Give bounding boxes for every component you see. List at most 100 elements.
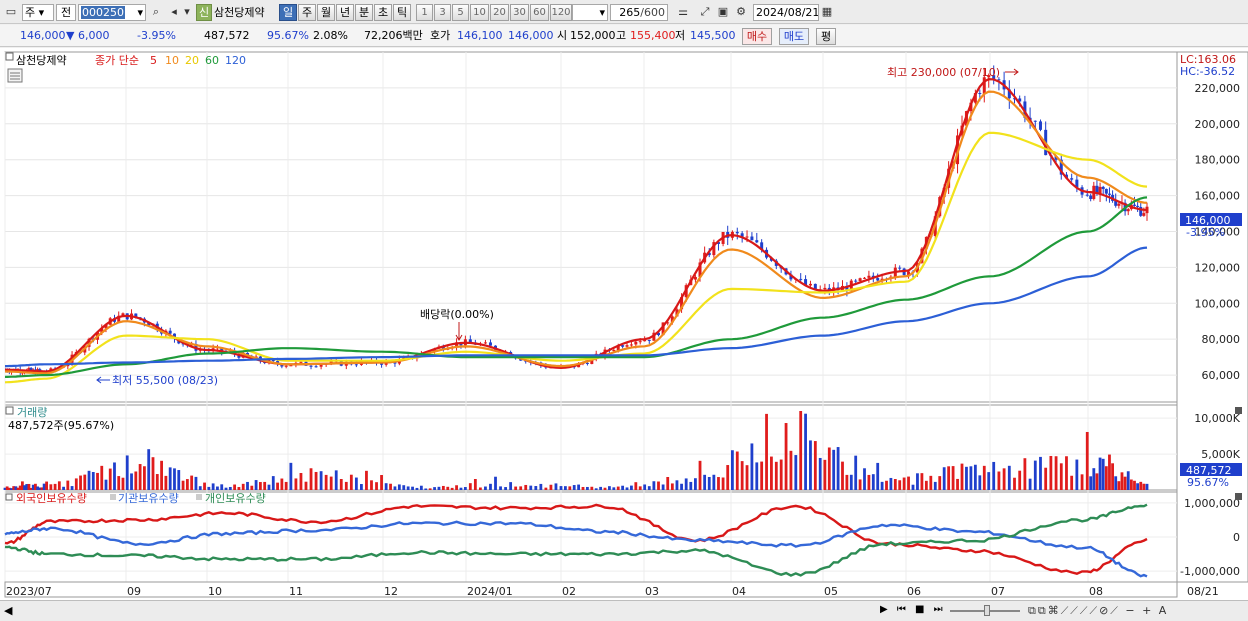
period-button-3[interactable]: 년 bbox=[336, 4, 354, 21]
volume-bar bbox=[360, 484, 363, 490]
panel-close-icon[interactable] bbox=[1235, 493, 1242, 500]
volume-bar bbox=[698, 460, 702, 490]
period-button-6[interactable]: 틱 bbox=[393, 4, 411, 21]
legend-stock-name: 삼천당제약 bbox=[16, 53, 67, 67]
chart-tools-icons[interactable]: ⧉⧉⌘⟋⟋⟋⟋⊘⟋ − + A bbox=[1028, 604, 1168, 618]
multiplier-button-3[interactable]: 3 bbox=[434, 4, 451, 21]
volume-bar bbox=[1075, 459, 1079, 490]
volume-bar bbox=[779, 459, 783, 490]
panel-close-icon[interactable] bbox=[1235, 407, 1242, 414]
volume-bar bbox=[1028, 478, 1032, 490]
volume-bar bbox=[568, 486, 572, 490]
candle-body bbox=[1085, 194, 1089, 196]
volume-bar bbox=[982, 465, 986, 490]
volume-bar bbox=[745, 465, 749, 490]
volume-bar bbox=[911, 484, 915, 490]
volume-bar bbox=[612, 487, 616, 490]
open-price: 152,000 bbox=[570, 29, 616, 42]
period-button-4[interactable]: 분 bbox=[355, 4, 373, 21]
legend-ma120: 120 bbox=[225, 54, 246, 67]
volume-bar bbox=[314, 471, 318, 490]
period-button-0[interactable]: 일 bbox=[279, 4, 297, 21]
volume-bar bbox=[375, 482, 378, 490]
multiplier-button-10[interactable]: 10 bbox=[470, 4, 489, 21]
candle-type-icon[interactable]: ⚌ bbox=[675, 4, 691, 21]
prefix-button[interactable]: 전 bbox=[56, 4, 76, 21]
volume-bar bbox=[168, 467, 172, 490]
current-pct-label: -3.95% bbox=[1186, 226, 1225, 239]
candle-body bbox=[854, 280, 858, 282]
stock-code-input[interactable]: 000250 ▾ bbox=[78, 4, 146, 21]
avg-button[interactable]: 평 bbox=[816, 28, 836, 45]
playback-controls[interactable]: ▶ ⏮ ■ ⏭ bbox=[880, 604, 946, 615]
multiplier-button-30[interactable]: 30 bbox=[510, 4, 529, 21]
period-button-1[interactable]: 주 bbox=[298, 4, 316, 21]
volume-bar bbox=[393, 486, 397, 490]
volume-bar bbox=[889, 477, 893, 490]
multiplier-button-1[interactable]: 1 bbox=[416, 4, 433, 21]
candle-body bbox=[634, 341, 638, 345]
volume-bar bbox=[1136, 483, 1140, 490]
volume-bar bbox=[1059, 463, 1063, 490]
high-price: 155,400 bbox=[630, 29, 676, 42]
period-button-2[interactable]: 월 bbox=[317, 4, 335, 21]
sell-button[interactable]: 매도 bbox=[779, 28, 809, 45]
multiplier-button-5[interactable]: 5 bbox=[452, 4, 469, 21]
multiplier-button-20[interactable]: 20 bbox=[490, 4, 509, 21]
scroll-left-icon[interactable]: ◀ bbox=[4, 604, 12, 617]
x-axis: 2023/07 09 10 11 12 2024/01 02 03 04 05 06 07 08 08/2… bbox=[4, 581, 1219, 598]
save-icon[interactable]: ▣ bbox=[715, 4, 731, 21]
volume-bar bbox=[1123, 476, 1127, 490]
volume-bar bbox=[765, 413, 768, 490]
draw-tool-icon[interactable]: ⤢ bbox=[697, 4, 713, 21]
window-icon[interactable]: ▭ bbox=[3, 4, 19, 21]
volume-bar bbox=[694, 478, 697, 490]
candle-body bbox=[750, 236, 754, 241]
candle-body bbox=[1142, 213, 1146, 216]
gear-icon[interactable]: ⚙ bbox=[733, 4, 749, 21]
chart-area[interactable]: 60,000 80,000 100,000 120,000 140,000 160,000… bbox=[0, 48, 1248, 621]
volume-bar bbox=[499, 486, 502, 490]
volume-bar bbox=[96, 472, 99, 490]
volume-bar bbox=[544, 487, 548, 490]
zoom-handle[interactable] bbox=[984, 605, 990, 616]
volume-bar bbox=[997, 471, 1001, 490]
volume-bar bbox=[577, 484, 581, 490]
chart-scrollbar[interactable]: ◀ ▶ ⏮ ■ ⏭ ⧉⧉⌘⟋⟋⟋⟋⊘⟋ − + A bbox=[0, 600, 1248, 621]
candle-body bbox=[299, 361, 303, 363]
buy-button[interactable]: 매수 bbox=[742, 28, 772, 45]
candle-body bbox=[1107, 193, 1111, 195]
volume-bar bbox=[942, 467, 946, 490]
date-input[interactable]: 2024/08/21 bbox=[753, 4, 819, 21]
search-icon[interactable]: ⌕ bbox=[148, 4, 164, 21]
period-button-5[interactable]: 초 bbox=[374, 4, 392, 21]
volume-bar bbox=[446, 486, 450, 490]
calendar-icon[interactable]: ▦ bbox=[819, 4, 835, 21]
volume-bar bbox=[1070, 475, 1074, 490]
volume-bar bbox=[987, 472, 991, 490]
chevron-down-icon[interactable]: ▾ bbox=[137, 5, 143, 20]
period-dropdown[interactable]: ▾ bbox=[572, 4, 608, 21]
candle-body bbox=[867, 275, 871, 278]
volume-tick-label: 5,000K bbox=[1201, 448, 1240, 461]
volume-bar bbox=[45, 481, 49, 490]
candle-body bbox=[808, 283, 812, 286]
volume-bar bbox=[951, 466, 955, 490]
candle-body bbox=[693, 276, 697, 280]
volume-bar bbox=[258, 482, 262, 490]
multiplier-button-120[interactable]: 120 bbox=[550, 4, 572, 21]
volume-bar bbox=[415, 487, 419, 490]
market-select[interactable]: 주 ▾ bbox=[22, 4, 54, 21]
candle-body bbox=[1136, 205, 1140, 207]
volume-bar bbox=[250, 485, 254, 490]
volume-value: 487,572 bbox=[204, 29, 250, 42]
max-note: 최고 230,000 (07/10) bbox=[887, 66, 1000, 79]
candle-body bbox=[1132, 204, 1136, 206]
trade-amount: 72,206백만 bbox=[364, 29, 423, 42]
count-field[interactable]: 265/600 bbox=[610, 4, 668, 21]
price-tick-label: 200,000 bbox=[1195, 118, 1241, 131]
chevron-down-icon[interactable]: ▾ bbox=[182, 4, 192, 21]
multiplier-button-60[interactable]: 60 bbox=[530, 4, 549, 21]
legend-ma60: 60 bbox=[205, 54, 219, 67]
speaker-icon[interactable]: ◂ bbox=[166, 4, 182, 21]
